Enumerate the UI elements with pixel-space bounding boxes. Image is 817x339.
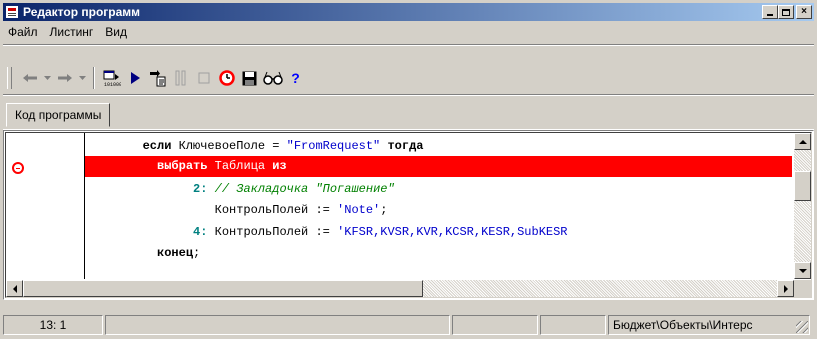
code-line[interactable]: 4: КонтрольПолей := 'KFSR,KVSR,KVR,KCSR,… — [85, 222, 792, 243]
status-bar: 13: 1 Бюджет\Объекты\Интерс — [3, 314, 814, 336]
code-area[interactable]: если КлючевоеПоле = "FromRequest" тогда … — [85, 137, 792, 279]
title-bar[interactable]: Редактор программ × — [3, 3, 814, 21]
status-cursor-position: 13: 1 — [3, 315, 103, 335]
code-token: КлючевоеПоле = — [171, 139, 287, 153]
menu-view[interactable]: Вид — [99, 23, 133, 41]
back-dropdown-icon — [43, 76, 51, 80]
app-icon — [6, 6, 18, 18]
code-token: из — [272, 159, 287, 173]
code-line[interactable]: если КлючевоеПоле = "FromRequest" тогда — [85, 136, 792, 157]
status-panel-2 — [105, 315, 450, 335]
maximize-button[interactable] — [778, 5, 794, 19]
code-line[interactable]: конец; — [85, 243, 792, 264]
code-token: конец — [157, 246, 194, 260]
menu-file[interactable]: Файл — [3, 23, 44, 41]
scroll-down-button[interactable] — [794, 262, 811, 279]
scroll-right-icon — [783, 284, 788, 293]
tab-program-code[interactable]: Код программы — [6, 103, 111, 127]
toolbar-grip[interactable] — [7, 67, 12, 89]
close-icon: × — [801, 6, 807, 17]
back-arrow-icon — [22, 74, 37, 82]
code-token: 4: — [193, 225, 208, 239]
tab-strip: Код программы — [3, 100, 814, 130]
scroll-left-button[interactable] — [6, 280, 23, 297]
toolbar-divider-light — [3, 95, 814, 96]
pause-icon — [175, 70, 185, 86]
code-token: тогда — [387, 139, 424, 153]
forward-arrow-icon — [57, 74, 72, 82]
status-panel-3 — [452, 315, 538, 335]
forward-dropdown-icon — [78, 76, 86, 80]
scroll-left-icon — [12, 284, 17, 293]
close-button[interactable]: × — [796, 5, 812, 19]
forward-dropdown-button[interactable] — [76, 67, 88, 89]
menu-listing[interactable]: Листинг — [44, 23, 100, 41]
forward-button[interactable] — [53, 67, 76, 89]
scroll-up-button[interactable] — [794, 133, 811, 150]
window-controls: × — [762, 5, 812, 19]
code-line[interactable]: КонтрольПолей := 'Note'; — [85, 200, 792, 221]
run-button[interactable] — [123, 67, 146, 89]
maximize-icon — [779, 6, 793, 18]
code-token: 'KFSR,KVSR,KVR,KCSR,KESR,SubKESR — [337, 225, 568, 239]
status-panel-4 — [540, 315, 606, 335]
toolbar: 101000 ? — [3, 65, 307, 91]
step-into-button[interactable] — [146, 67, 169, 89]
pause-button[interactable] — [169, 67, 192, 89]
status-path-text: Бюджет\Объекты\Интерс — [613, 318, 753, 332]
stop-icon — [198, 72, 209, 84]
menu-divider-light — [3, 45, 814, 46]
back-button[interactable] — [18, 67, 41, 89]
save-icon — [242, 71, 257, 85]
code-token: КонтрольПолей := — [214, 203, 338, 217]
code-token: КонтрольПолей := — [207, 225, 338, 239]
minimize-icon — [763, 6, 777, 18]
back-dropdown-button[interactable] — [41, 67, 53, 89]
svg-text:101000: 101000 — [104, 82, 121, 87]
editor-gutter[interactable] — [6, 133, 84, 279]
code-token: ; — [380, 203, 388, 217]
compile-button[interactable]: 101000 — [100, 67, 123, 89]
code-token: 2: — [193, 182, 208, 196]
horizontal-scrollbar[interactable] — [6, 280, 794, 297]
code-token: если — [142, 139, 172, 153]
scroll-corner — [794, 280, 811, 297]
code-token: Таблица — [207, 159, 273, 173]
code-token: выбрать — [157, 159, 208, 173]
minimize-button[interactable] — [762, 5, 778, 19]
editor-window: Редактор программ × Файл Листинг Вид 101… — [0, 0, 817, 339]
toolbar-separator — [93, 67, 95, 89]
help-button[interactable]: ? — [284, 67, 307, 89]
compile-icon: 101000 — [103, 70, 121, 87]
code-token: 'Note' — [337, 203, 381, 217]
breakpoint-icon — [218, 70, 235, 86]
code-line[interactable]: 2: // Закладочка "Погашение" — [85, 179, 792, 200]
step-into-icon — [149, 70, 165, 87]
horizontal-scroll-thumb[interactable] — [23, 280, 423, 297]
code-line-breakpoint[interactable]: выбрать Таблица из — [85, 156, 792, 177]
scroll-right-button[interactable] — [777, 280, 794, 297]
run-icon — [130, 72, 140, 84]
help-icon: ? — [291, 70, 300, 86]
code-editor-inner: если КлючевоеПоле = "FromRequest" тогда … — [5, 132, 812, 298]
code-editor[interactable]: если КлючевоеПоле = "FromRequest" тогда … — [3, 130, 814, 300]
watch-icon — [262, 71, 283, 85]
save-button[interactable] — [238, 67, 261, 89]
scroll-down-icon — [798, 268, 807, 273]
status-path: Бюджет\Объекты\Интерс — [608, 315, 810, 335]
stop-button[interactable] — [192, 67, 215, 89]
watch-button[interactable] — [261, 67, 284, 89]
code-token: "FromRequest" — [286, 139, 381, 153]
resize-grip-icon[interactable] — [796, 321, 808, 333]
code-token: // Закладочка "Погашение" — [207, 182, 395, 196]
window-title: Редактор программ — [23, 5, 141, 19]
vertical-scrollbar[interactable] — [794, 133, 811, 279]
breakpoint-marker-icon[interactable] — [12, 162, 24, 174]
menu-bar: Файл Листинг Вид — [3, 22, 133, 42]
breakpoint-button[interactable] — [215, 67, 238, 89]
code-token: ; — [193, 246, 201, 260]
vertical-scroll-thumb[interactable] — [794, 171, 811, 201]
scroll-up-icon — [798, 139, 807, 144]
